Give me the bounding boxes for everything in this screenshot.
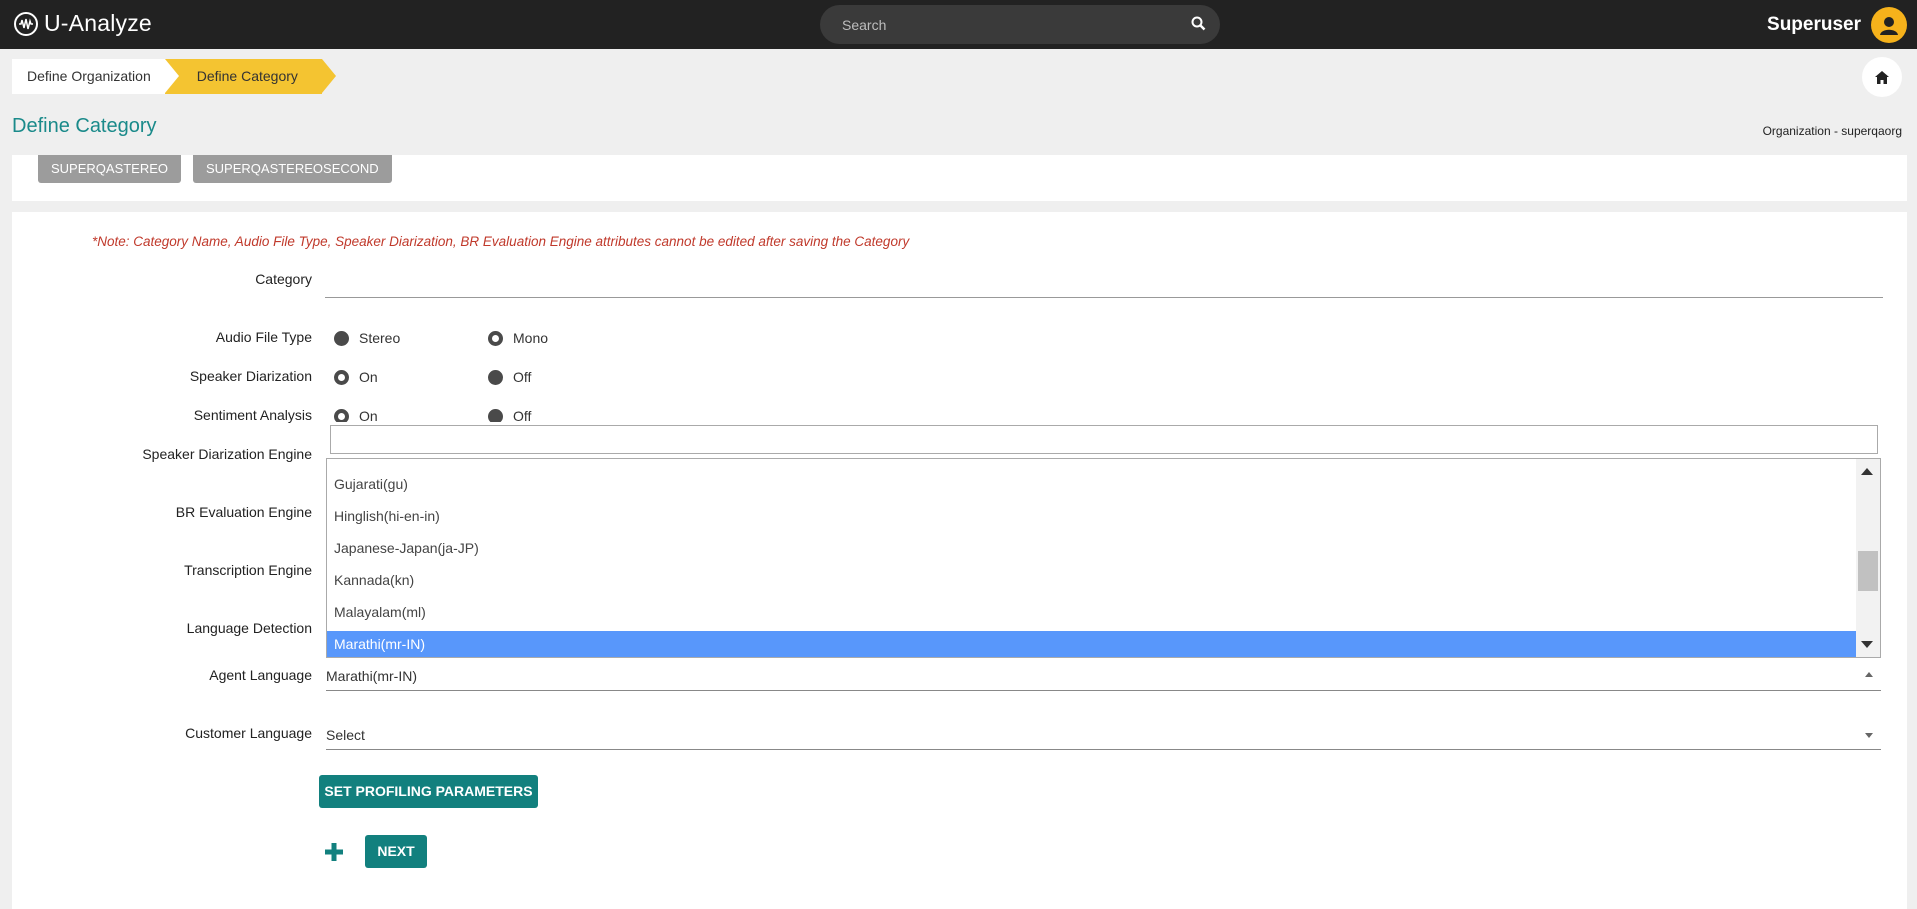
category-input[interactable] [325, 297, 1883, 298]
radio-stereo[interactable]: Stereo [334, 330, 400, 346]
search-icon[interactable] [1191, 16, 1206, 36]
radio-diarization-on-indicator [334, 369, 349, 385]
waveform-icon [14, 11, 38, 36]
agent-language-select[interactable]: Marathi(mr-IN) [326, 661, 1881, 691]
dropdown-item-malayalam[interactable]: Malayalam(ml) [327, 599, 1857, 625]
search-bar[interactable]: Search [820, 5, 1220, 44]
radio-sentiment-on-indicator [334, 408, 349, 422]
customer-language-select[interactable]: Select [326, 720, 1881, 750]
set-profiling-parameters-button[interactable]: SET PROFILING PARAMETERS [319, 775, 538, 808]
user-avatar-icon[interactable] [1871, 6, 1907, 43]
caret-up-icon [1865, 672, 1873, 677]
category-chip-superqastereosecond[interactable]: SUPERQASTEREOSECOND [193, 155, 392, 183]
dropdown-scrollbar[interactable] [1856, 459, 1880, 657]
agent-language-value: Marathi(mr-IN) [326, 668, 417, 684]
radio-diarization-on-label: On [359, 369, 378, 385]
radio-diarization-on[interactable]: On [334, 369, 378, 385]
radio-mono[interactable]: Mono [488, 330, 548, 346]
transcription-engine-label: Transcription Engine [184, 562, 312, 578]
language-dropdown-list[interactable]: Gujarati(gu) Hinglish(hi-en-in) Japanese… [326, 458, 1881, 658]
category-chip-superqastereo[interactable]: SUPERQASTEREO [38, 155, 182, 183]
top-bar: U-Analyze Search Superuser [0, 0, 1917, 49]
customer-language-label: Customer Language [185, 725, 312, 741]
sentiment-radio-row: On Off [330, 404, 630, 422]
app-name: U-Analyze [44, 10, 152, 36]
page-title: Define Category [12, 115, 157, 137]
sentiment-analysis-label: Sentiment Analysis [193, 407, 312, 423]
breadcrumb-define-organization[interactable]: Define Organization [12, 59, 167, 94]
radio-sentiment-on-label: On [359, 408, 378, 422]
agent-language-label: Agent Language [209, 667, 312, 683]
audio-file-type-label: Audio File Type [215, 329, 312, 345]
search-placeholder: Search [842, 17, 887, 33]
radio-diarization-off[interactable]: Off [488, 369, 531, 385]
dropdown-item-japanese[interactable]: Japanese-Japan(ja-JP) [327, 535, 1857, 561]
breadcrumb: Define Organization Define Category [12, 59, 337, 94]
app-logo[interactable]: U-Analyze [14, 10, 152, 37]
radio-stereo-label: Stereo [359, 330, 401, 346]
radio-diarization-off-indicator [488, 369, 503, 385]
dropdown-item-hinglish[interactable]: Hinglish(hi-en-in) [327, 503, 1857, 529]
radio-mono-label: Mono [513, 330, 549, 346]
dropdown-item-kannada[interactable]: Kannada(kn) [327, 567, 1857, 593]
radio-sentiment-off-indicator [488, 408, 503, 422]
home-icon [1875, 70, 1889, 84]
speaker-diarization-engine-label: Speaker Diarization Engine [142, 446, 312, 462]
radio-sentiment-off[interactable]: Off [488, 408, 531, 422]
categories-panel: SUPERQASTEREO SUPERQASTEREOSECOND [12, 155, 1907, 201]
user-name: Superuser [1767, 13, 1861, 35]
radio-stereo-indicator [334, 330, 349, 346]
br-evaluation-engine-label: BR Evaluation Engine [175, 504, 312, 520]
form-note: *Note: Category Name, Audio File Type, S… [92, 234, 910, 249]
organization-label: Organization - superqaorg [1762, 124, 1902, 138]
customer-language-value: Select [326, 727, 365, 743]
dropdown-item-marathi[interactable]: Marathi(mr-IN) [327, 631, 1857, 657]
speaker-diarization-label: Speaker Diarization [189, 368, 312, 384]
radio-mono-indicator [488, 330, 503, 346]
add-plus-icon[interactable] [322, 840, 346, 864]
next-button[interactable]: NEXT [365, 835, 427, 868]
scroll-down-arrow-icon[interactable] [1861, 641, 1873, 648]
scroll-up-arrow-icon[interactable] [1861, 468, 1873, 475]
scrollbar-thumb[interactable] [1858, 551, 1878, 591]
home-button[interactable] [1862, 57, 1902, 97]
dropdown-item-partial[interactable] [327, 459, 1857, 469]
caret-down-icon [1865, 733, 1873, 738]
radio-sentiment-off-label: Off [513, 408, 532, 422]
dropdown-item-gujarati[interactable]: Gujarati(gu) [327, 471, 1857, 497]
breadcrumb-define-category[interactable]: Define Category [164, 59, 337, 94]
radio-diarization-off-label: Off [513, 369, 532, 385]
dropdown-search-input[interactable] [330, 425, 1878, 454]
language-detection-label: Language Detection [186, 620, 312, 636]
category-label: Category [255, 271, 312, 287]
user-menu[interactable]: Superuser [1767, 0, 1917, 49]
radio-sentiment-on[interactable]: On [334, 408, 378, 422]
